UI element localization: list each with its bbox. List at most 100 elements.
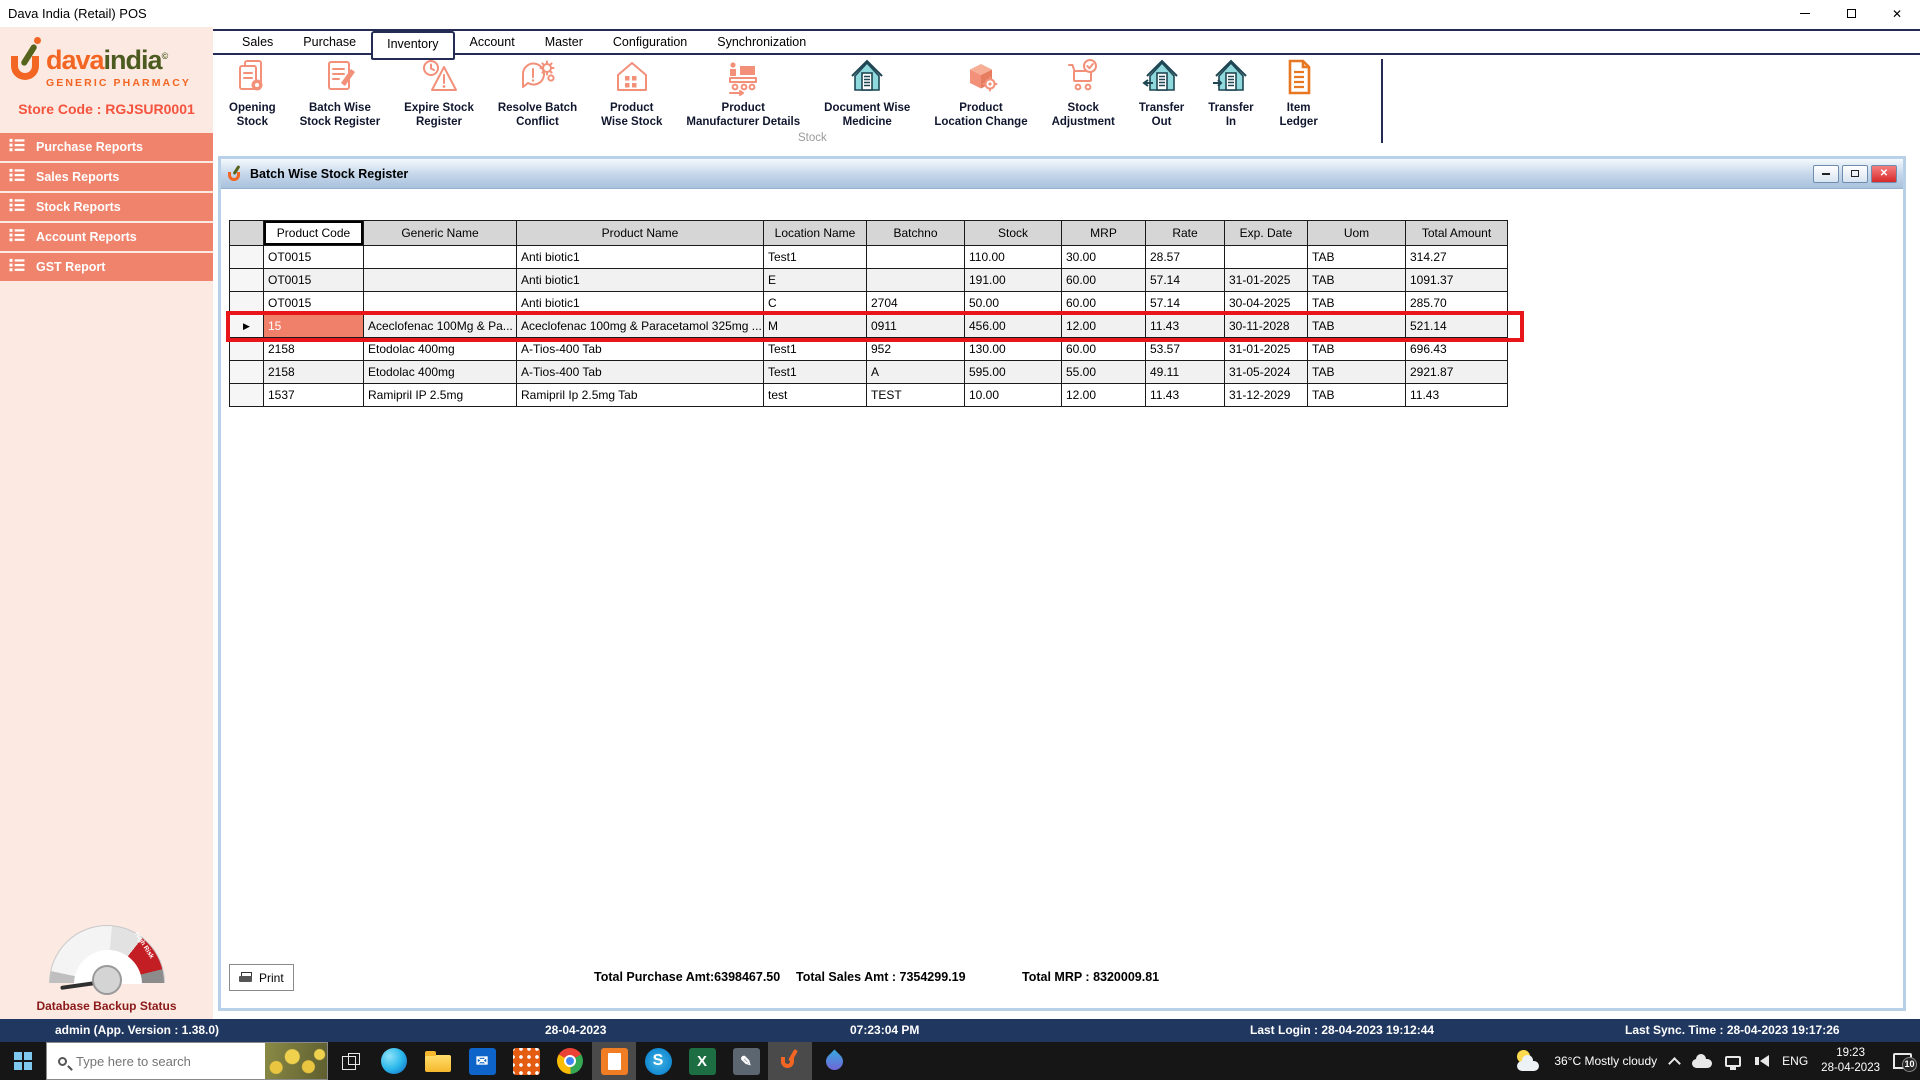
cell-stock[interactable]: 10.00 bbox=[965, 384, 1062, 407]
cell-batchno[interactable] bbox=[867, 246, 965, 269]
tab-master[interactable]: Master bbox=[530, 32, 598, 52]
cell-rate[interactable]: 53.57 bbox=[1146, 338, 1225, 361]
cell-product-name[interactable]: Anti biotic1 bbox=[517, 246, 764, 269]
cell-batchno[interactable]: A bbox=[867, 361, 965, 384]
cell-uom[interactable]: TAB bbox=[1308, 292, 1406, 315]
cell-product-name[interactable]: A-Tios-400 Tab bbox=[517, 361, 764, 384]
cell-exp-date[interactable]: 30-04-2025 bbox=[1225, 292, 1308, 315]
search-daily-image[interactable] bbox=[265, 1043, 327, 1079]
tab-purchase[interactable]: Purchase bbox=[288, 32, 371, 52]
volume-tray-icon[interactable] bbox=[1754, 1055, 1769, 1067]
taskbar-icon-davaindia[interactable] bbox=[768, 1042, 812, 1080]
cell-uom[interactable]: TAB bbox=[1308, 315, 1406, 338]
cell-rate[interactable]: 57.14 bbox=[1146, 292, 1225, 315]
row-indicator[interactable] bbox=[230, 292, 264, 315]
cell-product-code[interactable]: OT0015 bbox=[264, 292, 364, 315]
cell-rate[interactable]: 57.14 bbox=[1146, 269, 1225, 292]
cell-generic-name[interactable] bbox=[364, 269, 517, 292]
column-header-batchno[interactable]: Batchno bbox=[867, 221, 965, 246]
cell-product-code[interactable]: 2158 bbox=[264, 338, 364, 361]
cell-rate[interactable]: 11.43 bbox=[1146, 384, 1225, 407]
selected-row-indicator[interactable]: ▶ bbox=[230, 315, 264, 338]
cell-uom[interactable]: TAB bbox=[1308, 269, 1406, 292]
column-header-location-name[interactable]: Location Name bbox=[764, 221, 867, 246]
tab-sales[interactable]: Sales bbox=[227, 32, 288, 52]
column-header-uom[interactable]: Uom bbox=[1308, 221, 1406, 246]
cell-exp-date[interactable]: 31-01-2025 bbox=[1225, 338, 1308, 361]
column-header-total-amount[interactable]: Total Amount bbox=[1406, 221, 1508, 246]
cell-total-amount[interactable]: 521.14 bbox=[1406, 315, 1508, 338]
column-header-stock[interactable]: Stock bbox=[965, 221, 1062, 246]
cell-total-amount[interactable]: 314.27 bbox=[1406, 246, 1508, 269]
column-header-generic-name[interactable]: Generic Name bbox=[364, 221, 517, 246]
toolbar-item-resolve-batch-conflict[interactable]: Resolve BatchConflict bbox=[498, 57, 577, 129]
cell-uom[interactable]: TAB bbox=[1308, 338, 1406, 361]
cell-mrp[interactable]: 60.00 bbox=[1062, 338, 1146, 361]
cell-product-name[interactable]: Ramipril Ip 2.5mg Tab bbox=[517, 384, 764, 407]
cell-generic-name[interactable] bbox=[364, 292, 517, 315]
toolbar-item-document-wise-medicine[interactable]: Document WiseMedicine bbox=[824, 57, 910, 129]
sidebar-item-account-reports[interactable]: Account Reports bbox=[0, 223, 213, 251]
column-header-rate[interactable]: Rate bbox=[1146, 221, 1225, 246]
toolbar-item-product-wise-stock[interactable]: ProductWise Stock bbox=[601, 57, 662, 129]
cell-product-code[interactable]: OT0015 bbox=[264, 246, 364, 269]
tab-account[interactable]: Account bbox=[455, 32, 530, 52]
print-button[interactable]: Print bbox=[229, 964, 294, 991]
cell-exp-date[interactable]: 31-05-2024 bbox=[1225, 361, 1308, 384]
sidebar-item-purchase-reports[interactable]: Purchase Reports bbox=[0, 133, 213, 161]
taskbar-icon-excel[interactable]: X bbox=[680, 1042, 724, 1080]
cell-mrp[interactable]: 60.00 bbox=[1062, 292, 1146, 315]
toolbar-item-product-manufacturer-details[interactable]: ProductManufacturer Details bbox=[686, 57, 800, 129]
toolbar-item-stock-adjustment[interactable]: StockAdjustment bbox=[1052, 57, 1115, 129]
row-indicator[interactable] bbox=[230, 361, 264, 384]
cell-product-code[interactable]: 15 bbox=[264, 315, 364, 338]
cell-exp-date[interactable]: 31-01-2025 bbox=[1225, 269, 1308, 292]
cell-generic-name[interactable]: Ramipril IP 2.5mg bbox=[364, 384, 517, 407]
tab-inventory[interactable]: Inventory bbox=[371, 31, 454, 60]
cell-stock[interactable]: 191.00 bbox=[965, 269, 1062, 292]
column-header-product-name[interactable]: Product Name bbox=[517, 221, 764, 246]
cell-stock[interactable]: 456.00 bbox=[965, 315, 1062, 338]
cell-total-amount[interactable]: 1091.37 bbox=[1406, 269, 1508, 292]
cell-product-code[interactable]: OT0015 bbox=[264, 269, 364, 292]
taskbar-icon-pos-app[interactable] bbox=[592, 1042, 636, 1080]
taskbar-icon-edge[interactable] bbox=[372, 1042, 416, 1080]
column-header-exp-date[interactable]: Exp. Date bbox=[1225, 221, 1308, 246]
cell-location-name[interactable]: Test1 bbox=[764, 338, 867, 361]
cell-location-name[interactable]: E bbox=[764, 269, 867, 292]
cell-stock[interactable]: 130.00 bbox=[965, 338, 1062, 361]
row-indicator[interactable] bbox=[230, 246, 264, 269]
taskbar-clock[interactable]: 19:23 28-04-2023 bbox=[1821, 1046, 1880, 1076]
search-input[interactable] bbox=[76, 1054, 236, 1069]
display-tray-icon[interactable] bbox=[1725, 1056, 1741, 1067]
cell-rate[interactable]: 49.11 bbox=[1146, 361, 1225, 384]
cell-location-name[interactable]: Test1 bbox=[764, 361, 867, 384]
toolbar-item-transfer-in[interactable]: TransferIn bbox=[1208, 57, 1253, 129]
cell-product-name[interactable]: Anti biotic1 bbox=[517, 292, 764, 315]
cell-batchno[interactable]: TEST bbox=[867, 384, 965, 407]
cell-rate[interactable]: 11.43 bbox=[1146, 315, 1225, 338]
cell-stock[interactable]: 595.00 bbox=[965, 361, 1062, 384]
taskbar-icon-file-explorer[interactable] bbox=[416, 1042, 460, 1080]
cell-mrp[interactable]: 12.00 bbox=[1062, 384, 1146, 407]
tab-synchronization[interactable]: Synchronization bbox=[702, 32, 821, 52]
start-button[interactable] bbox=[0, 1042, 46, 1080]
column-header-product-code[interactable]: Product Code bbox=[264, 221, 364, 246]
tray-expand-icon[interactable] bbox=[1668, 1057, 1681, 1070]
app-maximize-button[interactable] bbox=[1828, 0, 1874, 27]
language-indicator[interactable]: ENG bbox=[1782, 1054, 1808, 1068]
cell-uom[interactable]: TAB bbox=[1308, 246, 1406, 269]
taskbar-icon-rainmeter[interactable] bbox=[812, 1042, 856, 1080]
taskbar-icon-mail[interactable]: ✉ bbox=[460, 1042, 504, 1080]
cell-batchno[interactable]: 2704 bbox=[867, 292, 965, 315]
notification-center-icon[interactable]: 10 bbox=[1893, 1053, 1912, 1069]
cell-generic-name[interactable]: Etodolac 400mg bbox=[364, 338, 517, 361]
cell-batchno[interactable]: 952 bbox=[867, 338, 965, 361]
sidebar-item-sales-reports[interactable]: Sales Reports bbox=[0, 163, 213, 191]
weather-text[interactable]: 36°C Mostly cloudy bbox=[1554, 1054, 1657, 1068]
taskbar-search[interactable] bbox=[46, 1042, 328, 1080]
app-minimize-button[interactable] bbox=[1782, 0, 1828, 27]
window-minimize-button[interactable] bbox=[1813, 165, 1839, 183]
cell-product-name[interactable]: Anti biotic1 bbox=[517, 269, 764, 292]
cell-product-code[interactable]: 1537 bbox=[264, 384, 364, 407]
